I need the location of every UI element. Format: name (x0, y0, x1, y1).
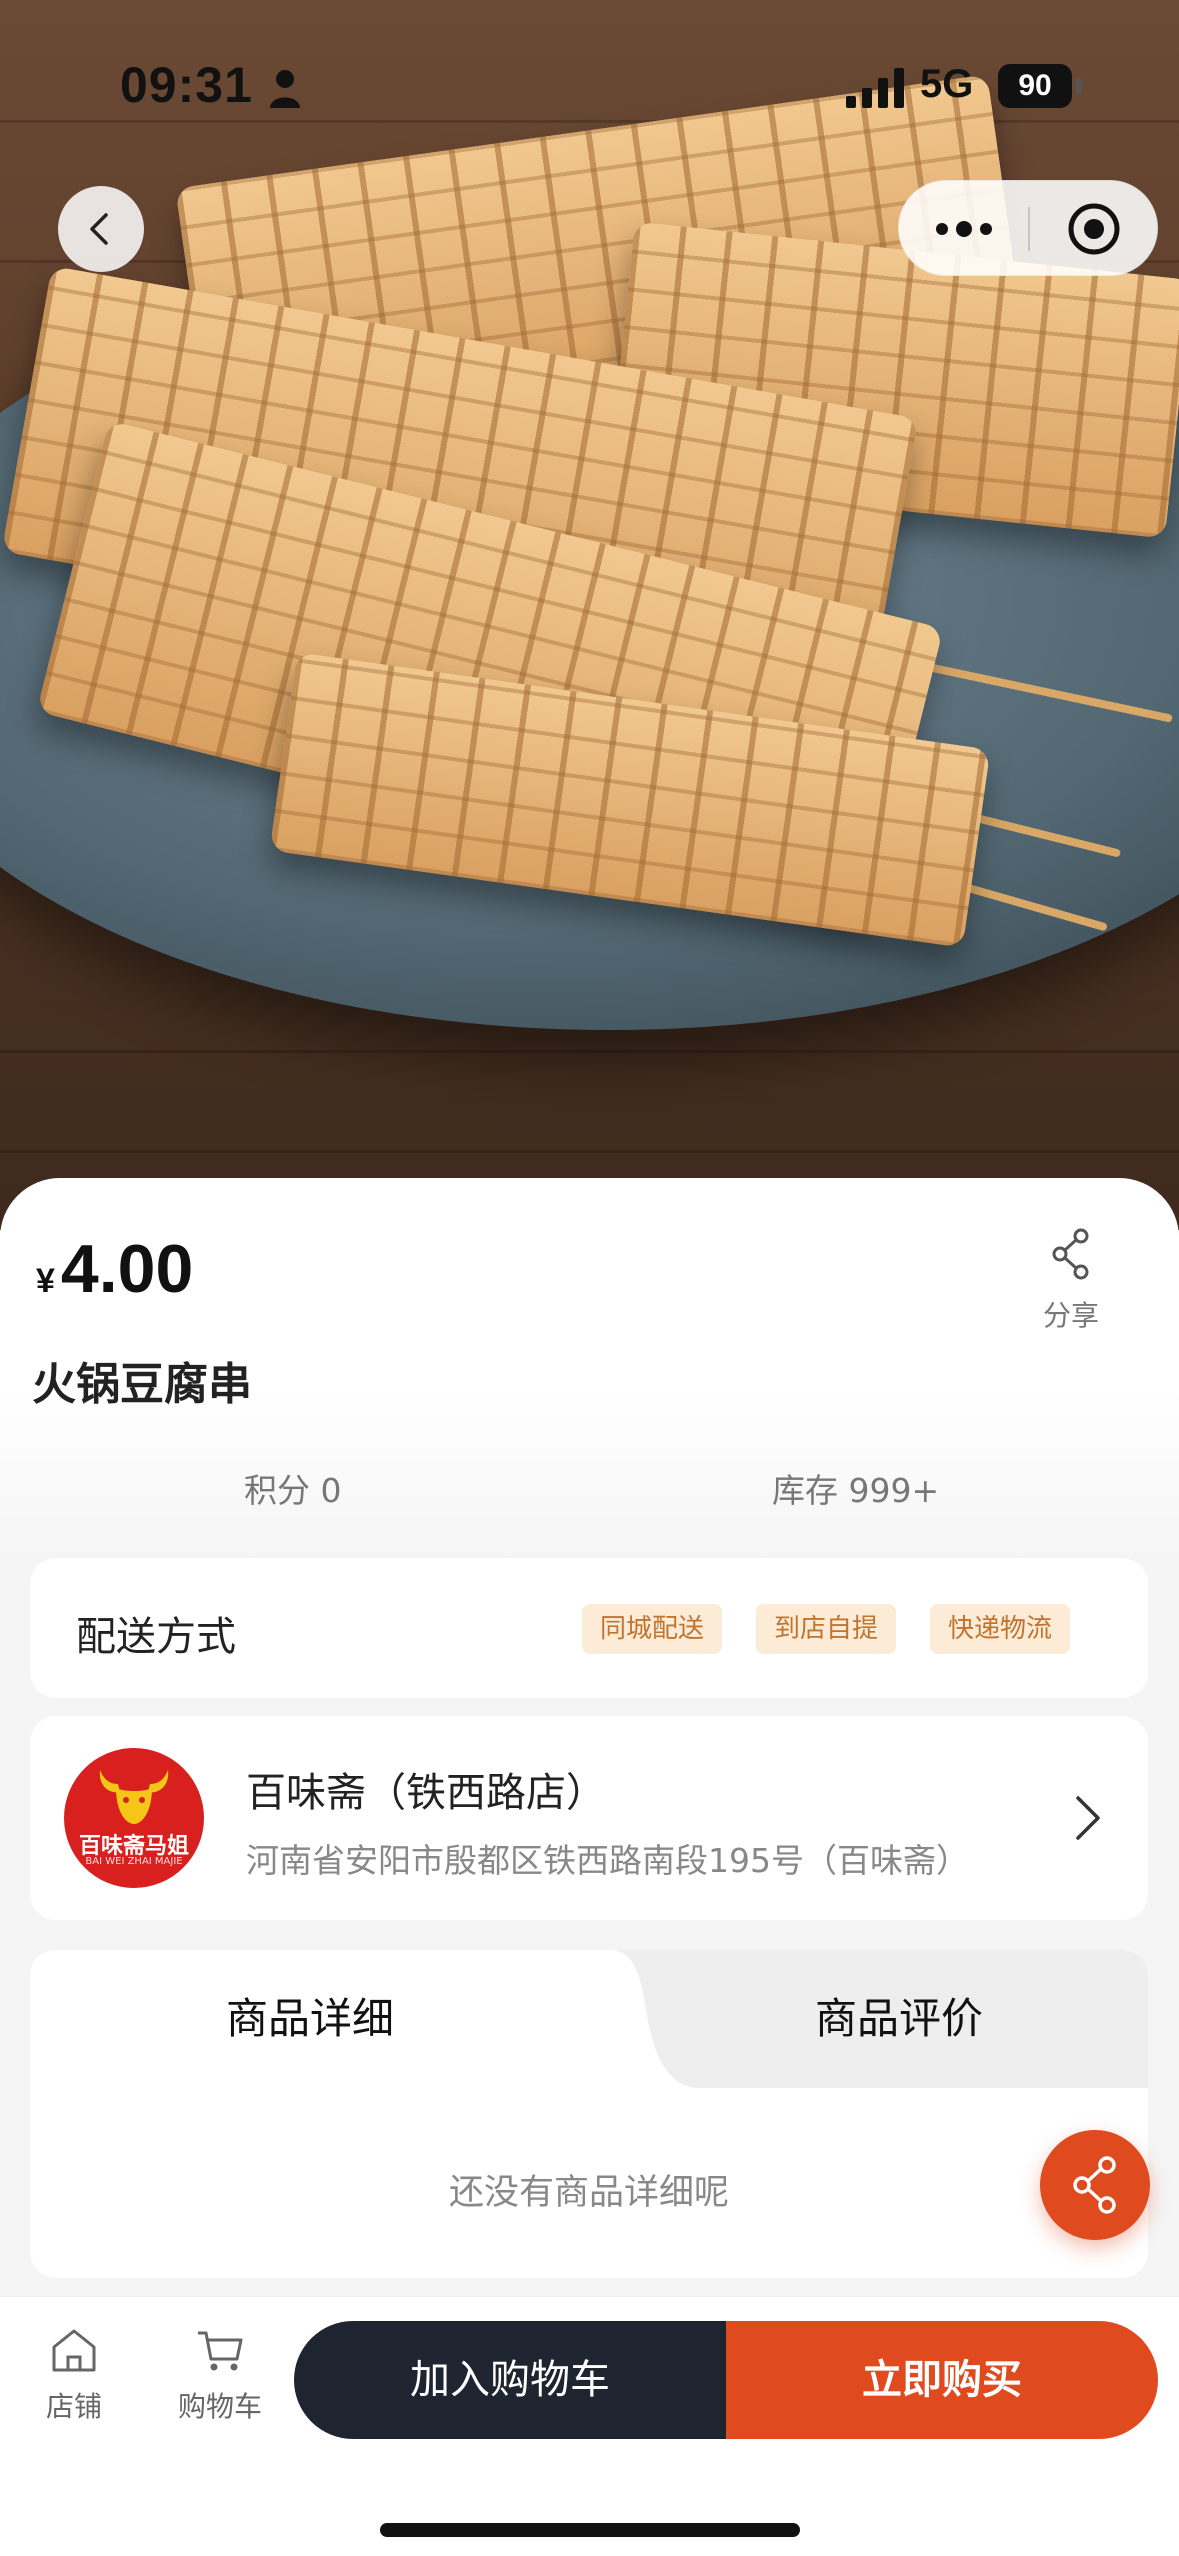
delivery-tag-express[interactable]: 快递物流 (930, 1604, 1071, 1654)
nav-store-label: 店铺 (45, 2390, 102, 2423)
delivery-tag-local[interactable]: 同城配送 (582, 1604, 723, 1654)
home-icon (52, 2329, 96, 2372)
battery-indicator: 90 (998, 64, 1072, 108)
price-amount: 4.00 (60, 1231, 194, 1307)
empty-details-text: 还没有商品详细呢 (448, 2173, 729, 2213)
store-address: 河南省安阳市殷都区铁西路南段195号（百味斋） (246, 1841, 969, 1880)
cart-icon (198, 2331, 243, 2371)
bull-logo-icon (99, 1770, 169, 1824)
add-to-cart-button[interactable]: 加入购物车 (294, 2321, 726, 2439)
product-info-card: ¥4.00 分享 火锅豆腐串 积分 0 库存 999+ (0, 1178, 1179, 1558)
bottom-action-bar: 店铺 购物车 加入购物车 立即购买 (0, 2296, 1179, 2556)
status-bar: 09:31 5G 90 (0, 0, 1179, 150)
share-button[interactable]: 分享 (1036, 1228, 1106, 1334)
store-name: 百味斋（铁西路店） (246, 1770, 606, 1816)
nav-store-button[interactable]: 店铺 (14, 2325, 134, 2425)
nav-cart-button[interactable]: 购物车 (160, 2325, 280, 2425)
home-indicator (380, 2523, 800, 2537)
mini-program-capsule (898, 180, 1158, 276)
share-label: 分享 (1042, 1299, 1099, 1332)
price-currency: ¥ (36, 1262, 55, 1300)
more-button[interactable] (899, 181, 1029, 277)
signal-icon (846, 68, 904, 108)
product-name: 火锅豆腐串 (32, 1359, 252, 1410)
buy-now-button[interactable]: 立即购买 (726, 2321, 1158, 2439)
points-text: 积分 0 (244, 1471, 342, 1510)
product-price: ¥4.00 (36, 1230, 193, 1308)
share-icon (1052, 1228, 1089, 1280)
store-card[interactable]: 百味斋马姐 BAI WEI ZHAI MAJIE 百味斋（铁西路店） 河南省安阳… (30, 1716, 1148, 1920)
store-logo: 百味斋马姐 BAI WEI ZHAI MAJIE (64, 1748, 204, 1888)
store-logo-subtext: BAI WEI ZHAI MAJIE (85, 1856, 183, 1867)
back-button[interactable] (58, 186, 144, 272)
nav-cart-label: 购物车 (177, 2390, 262, 2423)
delivery-title: 配送方式 (76, 1614, 236, 1660)
person-icon (270, 70, 300, 108)
share-icon (1073, 2156, 1116, 2214)
delivery-method-card: 配送方式 同城配送 到店自提 快递物流 (30, 1558, 1148, 1698)
close-mini-program-button[interactable] (1029, 181, 1159, 277)
floating-share-button[interactable] (1040, 2130, 1150, 2240)
more-icon (936, 221, 992, 237)
tab-product-reviews[interactable]: 商品评价 (620, 1950, 1148, 2088)
stock-text: 库存 999+ (772, 1471, 940, 1510)
tab-product-details[interactable]: 商品详细 (30, 1950, 590, 2088)
chevron-right-icon (1076, 1796, 1100, 1840)
status-time: 09:31 (120, 57, 253, 113)
network-label: 5G (920, 62, 974, 106)
back-icon (90, 213, 108, 245)
product-tabs-card: 商品详细 商品评价 还没有商品详细呢 (30, 1950, 1148, 2278)
battery-tip (1076, 78, 1082, 94)
delivery-tag-pickup[interactable]: 到店自提 (756, 1604, 897, 1654)
target-icon (1068, 203, 1120, 255)
